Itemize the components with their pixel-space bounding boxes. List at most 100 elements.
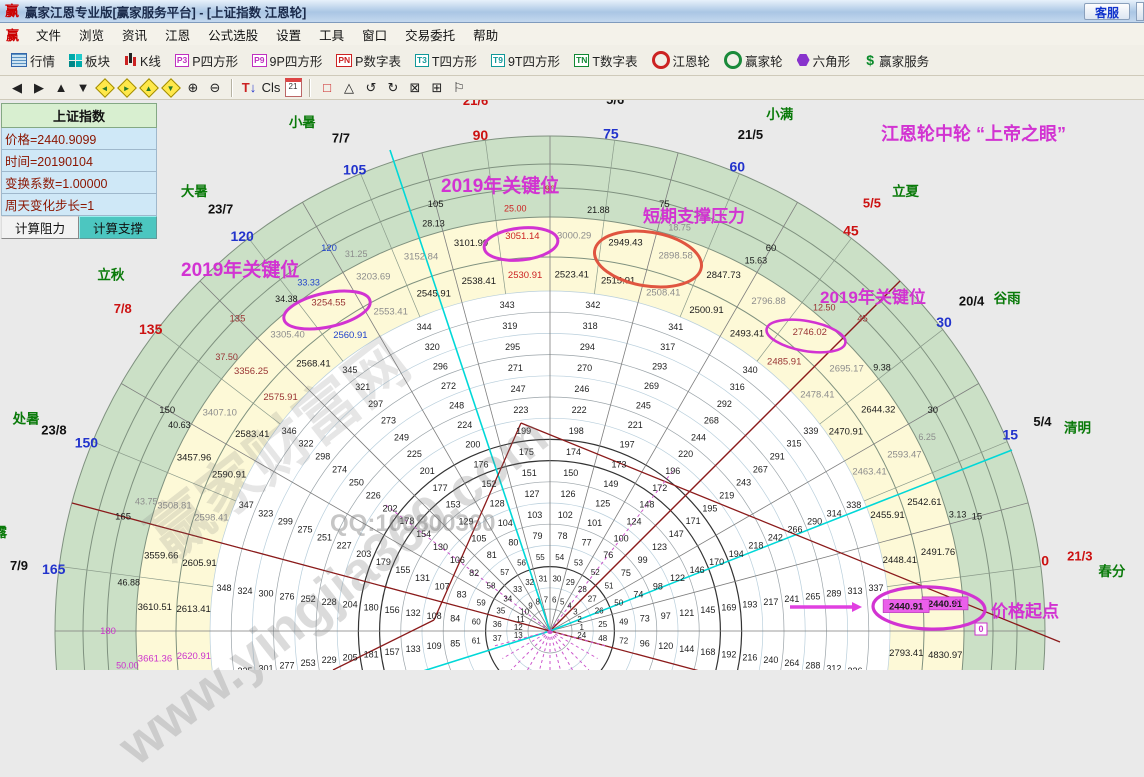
svg-text:3407.10: 3407.10 <box>203 407 237 418</box>
svg-text:175: 175 <box>519 447 534 457</box>
toolbar-label: 赢家轮 <box>745 54 783 69</box>
calendar-button[interactable]: 21 <box>283 78 303 97</box>
flag-button[interactable]: ⚐ <box>449 78 469 97</box>
toolbar-button-行情[interactable]: 行情 <box>5 47 61 73</box>
toolbar-label: 行情 <box>30 54 56 69</box>
svg-text:315: 315 <box>787 439 802 449</box>
toolbar-button-P数字表[interactable]: PN P数字表 <box>330 47 407 73</box>
svg-text:130: 130 <box>433 542 448 552</box>
draw-triangle-button[interactable]: △ <box>339 78 359 97</box>
main-toolbar: 行情 板块 K线 P3 P四方形 P9 9P四方形 PN P数字表 T3 T四方形 T9 9T四方形 TN… <box>0 45 1144 76</box>
annotation-text-1: 2019年关键位 <box>441 174 559 197</box>
calc-support-button[interactable]: 计算支撑 <box>79 216 157 239</box>
calc-resistance-button[interactable]: 计算阻力 <box>1 216 79 239</box>
sort-down-button[interactable]: ▼ <box>73 78 93 97</box>
menu-item-5[interactable]: 公式选股 <box>199 23 267 46</box>
close-box-button[interactable]: ⊠ <box>405 78 425 97</box>
svg-text:2478.41: 2478.41 <box>800 389 834 400</box>
svg-text:109: 109 <box>427 641 442 651</box>
rotate-ccw-button[interactable]: ↺ <box>361 78 381 97</box>
toolbar-label: 9T四方形 <box>507 54 561 69</box>
svg-text:30: 30 <box>936 314 952 330</box>
pan-left-button[interactable]: ◄ <box>95 77 115 98</box>
toolbar-button-P四方形[interactable]: P3 P四方形 <box>169 47 244 73</box>
sort-up-button[interactable]: ▲ <box>51 78 71 97</box>
menu-item-4[interactable]: 江恩 <box>156 23 199 46</box>
menu-item-6[interactable]: 设置 <box>267 23 310 46</box>
svg-text:26: 26 <box>595 607 604 616</box>
rotate-cw-button[interactable]: ↻ <box>383 78 403 97</box>
svg-text:31.25: 31.25 <box>345 249 368 259</box>
toolbar-button-T四方形[interactable]: T3 T四方形 <box>409 47 483 73</box>
svg-text:60: 60 <box>472 617 481 626</box>
toolbar-button-赢家轮[interactable]: 赢家轮 <box>718 47 789 73</box>
nav-left-button[interactable]: ◀ <box>7 78 27 97</box>
svg-text:15: 15 <box>972 512 983 523</box>
svg-text:7/7: 7/7 <box>332 131 350 146</box>
toolbar-label: 9P四方形 <box>269 54 323 69</box>
svg-text:55: 55 <box>536 553 545 562</box>
zoom-out-button[interactable]: ⊖ <box>205 78 225 97</box>
draw-square-button[interactable]: □ <box>317 78 337 97</box>
toolbar-button-六角形[interactable]: 六角形 <box>791 47 857 73</box>
toolbar-button-板块[interactable]: 板块 <box>63 47 116 73</box>
svg-text:194: 194 <box>729 549 744 559</box>
toolbar-button-赢家服务[interactable]: $ 赢家服务 <box>858 47 935 73</box>
quote-table-icon <box>11 53 27 67</box>
svg-text:150: 150 <box>563 468 578 478</box>
svg-text:250: 250 <box>349 477 364 487</box>
toolbar-button-9P四方形[interactable]: P9 9P四方形 <box>246 47 328 73</box>
svg-text:120: 120 <box>321 243 337 254</box>
svg-text:2440.91: 2440.91 <box>889 602 924 613</box>
svg-text:120: 120 <box>658 641 673 651</box>
svg-text:34: 34 <box>503 595 512 604</box>
pan-up-button[interactable]: ▲ <box>139 77 159 98</box>
menu-item-2[interactable]: 浏览 <box>70 23 113 46</box>
time-axis-button[interactable]: T ↓ <box>239 78 259 97</box>
svg-text:297: 297 <box>368 399 383 409</box>
svg-text:25.00: 25.00 <box>504 203 527 213</box>
svg-text:271: 271 <box>508 363 523 373</box>
window-control-partial[interactable] <box>1136 2 1144 21</box>
gann-wheel-area[interactable]: 15 30 45 60 75 90 105 120 135 150 165 180 3.13 6.25 9.… <box>0 100 1144 777</box>
annotation-text-5: 江恩轮中轮 “上帝之眼” <box>881 123 1066 144</box>
toolbar-label: 板块 <box>85 54 111 69</box>
svg-text:229: 229 <box>322 655 337 665</box>
svg-text:96: 96 <box>640 638 650 648</box>
svg-text:131: 131 <box>415 573 430 583</box>
menu-item-1[interactable]: 文件 <box>27 23 70 46</box>
menu-item-8[interactable]: 窗口 <box>353 23 396 46</box>
svg-text:72: 72 <box>619 637 628 646</box>
menu-item-10[interactable]: 帮助 <box>464 23 507 46</box>
svg-text:32: 32 <box>525 578 534 587</box>
zoom-in-button[interactable]: ⊕ <box>183 78 203 97</box>
menu-item-3[interactable]: 资讯 <box>113 23 156 46</box>
svg-text:346: 346 <box>282 426 297 436</box>
toolbar-button-T数字表[interactable]: TN T数字表 <box>568 47 643 73</box>
svg-text:34.38: 34.38 <box>275 294 298 304</box>
svg-text:180: 180 <box>364 602 379 612</box>
toolbar-button-江恩轮[interactable]: 江恩轮 <box>646 47 717 73</box>
svg-text:20/4: 20/4 <box>959 294 985 309</box>
svg-text:2898.58: 2898.58 <box>658 250 692 261</box>
menu-item-7[interactable]: 工具 <box>310 23 353 46</box>
svg-text:223: 223 <box>513 405 528 415</box>
svg-text:318: 318 <box>583 321 598 331</box>
svg-text:2508.41: 2508.41 <box>646 287 680 298</box>
cls-button[interactable]: Cls <box>261 78 281 97</box>
pan-right-button[interactable]: ► <box>117 77 137 98</box>
pan-down-button[interactable]: ▼ <box>161 77 181 98</box>
scale-box-button[interactable]: ⊞ <box>427 78 447 97</box>
svg-text:46.88: 46.88 <box>118 578 141 588</box>
gann-wheel-chart: 1530456075901051201351501651803.136.259.… <box>0 100 1126 670</box>
svg-text:169: 169 <box>721 602 736 612</box>
toolbar-button-9T四方形[interactable]: T9 9T四方形 <box>485 47 566 73</box>
svg-text:252: 252 <box>301 594 316 604</box>
svg-text:60: 60 <box>730 158 746 174</box>
svg-text:102: 102 <box>558 510 573 520</box>
menu-item-9[interactable]: 交易委托 <box>396 23 464 46</box>
customer-service-button[interactable]: 客服 <box>1083 2 1130 20</box>
toolbar-button-K线[interactable]: K线 <box>118 47 167 73</box>
svg-text:105: 105 <box>343 162 367 178</box>
nav-right-button[interactable]: ▶ <box>29 78 49 97</box>
